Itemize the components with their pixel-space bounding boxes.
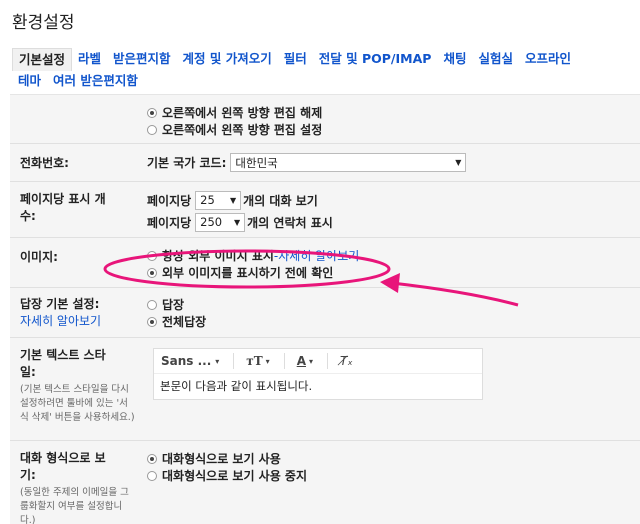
rtl-on-option[interactable]: 오른쪽에서 왼쪽 방향 편집 설정 [147,121,322,138]
clear-format-icon: T̸ₓ [340,354,353,368]
conversation-off-radio[interactable] [147,470,157,481]
chevron-down-icon: ▾ [265,356,270,366]
chevron-down-icon: ▼ [234,217,241,227]
row-reply: 답장 기본 설정: 자세히 알아보기 답장 전체답장 [10,288,640,338]
tab-general[interactable]: 기본설정 [12,47,73,71]
reply-options: 답장 전체답장 [147,296,206,330]
tab-chat[interactable]: 채팅 [437,48,472,70]
text-style-label: 기본 텍스트 스타 일: (기본 텍스트 스타일을 다시 설정하려면 툴바에 있… [20,348,135,423]
contacts-per-page: 페이지당 250 ▼ 개의 연락처 표시 [147,212,333,232]
tab-offline[interactable]: 오프라인 [519,48,577,70]
row-images: 이미지: 항상 외부 이미지 표시 - 자세히 알아보기 외부 이미지를 표시하… [10,238,640,288]
conversations-per-page: 페이지당 25 ▼ 개의 대화 보기 [147,190,333,210]
images-learn-more-link[interactable]: 자세히 알아보기 [278,247,359,264]
conversation-off-option[interactable]: 대화형식으로 보기 사용 중지 [147,467,307,484]
reply-all-option[interactable]: 전체답장 [147,313,206,330]
ask-before-images-option[interactable]: 외부 이미지를 표시하기 전에 확인 [147,264,359,281]
reply-option[interactable]: 답장 [147,296,206,313]
conversations-per-page-select[interactable]: 25 ▼ [195,190,242,210]
tab-labs[interactable]: 실험실 [472,48,519,70]
reply-radio[interactable] [147,299,157,310]
remove-formatting-button[interactable]: T̸ₓ [340,354,353,368]
conversation-label: 대화 형식으로 보 기: (동일한 주제의 이메일을 그룹화할지 여부를 설정합… [20,450,135,524]
row-phone: 전화번호: 기본 국가 코드: 대한민국 ▼ [10,144,640,182]
phone-value: 기본 국가 코드: 대한민국 ▼ [147,153,467,172]
toolbar-divider [233,353,235,369]
chevron-down-icon: ▼ [455,158,462,167]
tab-filters[interactable]: 필터 [278,48,313,70]
page-size-label: 페이지당 표시 개 수: [20,192,106,223]
ask-before-images-radio[interactable] [147,267,157,278]
chevron-down-icon: ▾ [215,356,220,366]
rtl-options: 오른쪽에서 왼쪽 방향 편집 해제 오른쪽에서 왼쪽 방향 편집 설정 [147,104,322,138]
text-color-icon: A [296,354,306,368]
row-conversation: 대화 형식으로 보 기: (동일한 주제의 이메일을 그룹화할지 여부를 설정합… [10,441,640,524]
phone-label: 전화번호: [20,156,69,170]
conversation-hint: (동일한 주제의 이메일을 그룹화할지 여부를 설정합니다.) [20,487,129,524]
text-style-preview[interactable]: 본문이 다음과 같이 표시됩니다. [154,374,482,398]
toolbar-divider [283,353,285,369]
row-page-size: 페이지당 표시 개 수: 페이지당 25 ▼ 개의 대화 보기 페이지당 250 ▼… [10,182,640,238]
reply-label: 답장 기본 설정: 자세히 알아보기 [20,297,102,330]
row-rtl: 오른쪽에서 왼쪽 방향 편집 해제 오른쪽에서 왼쪽 방향 편집 설정 [10,95,640,144]
settings-content: 오른쪽에서 왼쪽 방향 편집 해제 오른쪽에서 왼쪽 방향 편집 설정 전화번호… [10,94,640,524]
font-size-dropdown[interactable]: ᴛT ▾ [246,354,269,368]
always-show-images-radio[interactable] [147,250,157,261]
tab-themes[interactable]: 테마 [12,70,47,92]
tab-forwarding[interactable]: 전달 및 POP/IMAP [313,48,438,70]
tab-row-2: 테마 여러 받은편지함 [12,70,640,92]
tab-inbox[interactable]: 받은편지함 [107,48,177,70]
images-options: 항상 외부 이미지 표시 - 자세히 알아보기 외부 이미지를 표시하기 전에 … [147,247,359,281]
conversation-on-radio[interactable] [147,453,157,464]
row-text-style: 기본 텍스트 스타 일: (기본 텍스트 스타일을 다시 설정하려면 툴바에 있… [10,338,640,441]
conversation-options: 대화형식으로 보기 사용 대화형식으로 보기 사용 중지 [147,450,307,484]
conversation-on-option[interactable]: 대화형식으로 보기 사용 [147,450,307,467]
toolbar-divider [327,353,328,369]
images-label: 이미지: [20,250,58,264]
page-size-value: 페이지당 25 ▼ 개의 대화 보기 페이지당 250 ▼ 개의 연락처 표시 [147,190,333,232]
reply-all-radio[interactable] [147,316,157,327]
text-color-dropdown[interactable]: A ▾ [297,354,313,368]
chevron-down-icon: ▼ [230,195,237,205]
rtl-off-option[interactable]: 오른쪽에서 왼쪽 방향 편집 해제 [147,104,322,121]
settings-tabs: 기본설정 라벨 받은편지함 계정 및 가져오기 필터 전달 및 POP/IMAP… [12,47,640,92]
editor-toolbar: Sans ... ▾ ᴛT ▾ A ▾ T̸ₓ [154,349,482,374]
text-style-editor: Sans ... ▾ ᴛT ▾ A ▾ T̸ₓ 본문이 다음과 같이 표시됩니다. [153,348,483,400]
contacts-per-page-select[interactable]: 250 ▼ [195,212,246,232]
page-title: 환경설정 [12,13,75,33]
country-code-prefix: 기본 국가 코드: [147,156,227,170]
font-size-icon: ᴛT [246,354,263,368]
font-family-dropdown[interactable]: Sans ... ▾ [161,354,219,368]
chevron-down-icon: ▾ [308,356,313,366]
tab-row-1: 기본설정 라벨 받은편지함 계정 및 가져오기 필터 전달 및 POP/IMAP… [12,47,640,71]
reply-learn-more-link[interactable]: 자세히 알아보기 [20,313,101,330]
text-style-hint: (기본 텍스트 스타일을 다시 설정하려면 툴바에 있는 '서식 삭제' 버튼을… [20,384,135,423]
tab-accounts[interactable]: 계정 및 가져오기 [177,48,278,70]
country-code-select[interactable]: 대한민국 ▼ [230,153,467,172]
always-show-images-option[interactable]: 항상 외부 이미지 표시 - 자세히 알아보기 [147,247,359,264]
tab-labels[interactable]: 라벨 [72,48,107,70]
tab-multiple-inboxes[interactable]: 여러 받은편지함 [47,70,144,92]
rtl-on-radio[interactable] [147,124,157,135]
rtl-off-radio[interactable] [147,107,157,118]
